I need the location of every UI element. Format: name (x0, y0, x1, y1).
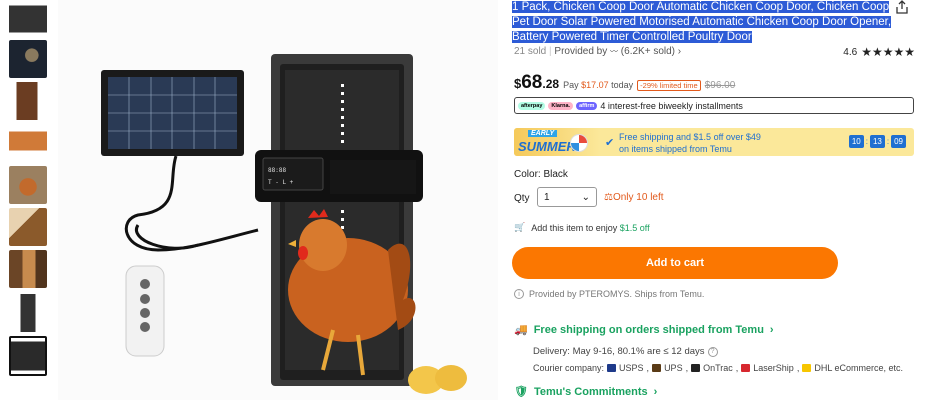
rating-value: 4.6 (843, 46, 858, 58)
chevron-right-icon: › (769, 323, 774, 336)
delivery-text: Delivery: May 9-16, 80.1% are ≤ 12 days (533, 346, 705, 357)
chevron-right-icon: › (653, 385, 658, 398)
sold-count: 21 sold (514, 46, 547, 57)
courier-dhl: DHL eCommerce, etc. (814, 363, 904, 373)
ups-logo-icon (652, 364, 662, 372)
dhl-logo-icon (802, 364, 812, 372)
thumbnail-6[interactable] (9, 208, 47, 246)
countdown-timer: 10: 13: 09 (848, 135, 906, 148)
thumbnail-3[interactable] (9, 82, 47, 120)
commitments-text: Temu's Commitments (533, 385, 648, 398)
help-icon[interactable]: ? (707, 346, 718, 357)
free-shipping-link[interactable]: 🚚 Free shipping on orders shipped from T… (514, 323, 774, 337)
timer-seconds: 09 (891, 135, 906, 148)
product-title-text: 1 Pack, Chicken Coop Door Automatic Chic… (512, 1, 892, 43)
add-to-cart-label: Add to cart (645, 257, 705, 269)
lasership-logo-icon (741, 364, 751, 372)
promo-text: Free shipping and $1.5 off over $49 on i… (619, 131, 761, 155)
color-label: Color: Black (514, 169, 568, 180)
delivery-estimate: Delivery: May 9-16, 80.1% are ≤ 12 days … (533, 346, 718, 357)
pay-today: Pay $17.07 today (563, 80, 633, 90)
provided-by-label: Provided by (554, 46, 608, 57)
installments-text: 4 interest-free biweekly installments (600, 100, 743, 111)
shield-check-icon: 🛡 (514, 386, 528, 398)
add-enjoy-amount: $1.5 off (619, 222, 650, 233)
thumbnail-4[interactable] (9, 124, 47, 162)
chevron-right-icon: › (677, 46, 682, 57)
add-enjoy-row: 🛒 Add this item to enjoy $1.5 off (514, 222, 650, 233)
product-photo: 88:88 T - L + (58, 0, 498, 400)
cart-plus-icon: 🛒 (514, 222, 526, 232)
discount-badge: -29% limited time (637, 80, 701, 91)
qty-value: 1 (544, 191, 550, 203)
early-summer-logo: EARLY SUMMER (514, 128, 600, 156)
product-rating[interactable]: 4.6 ★★★★★ (843, 45, 915, 59)
pay-suffix: today (611, 80, 634, 90)
chevron-down-icon: ⌄ (581, 191, 590, 203)
main-product-image[interactable]: 88:88 T - L + (58, 0, 498, 400)
thumbnail-9-selected[interactable] (9, 336, 47, 376)
courier-usps: USPS (619, 363, 644, 373)
star-rating-icon: ★★★★★ (861, 45, 915, 59)
qty-label: Qty (514, 193, 530, 204)
courier-list: Courier company: USPS, UPS, OnTrac, Lase… (533, 363, 904, 373)
courier-ontrac: OnTrac (703, 363, 733, 373)
product-title: 1 Pack, Chicken Coop Door Automatic Chic… (512, 0, 897, 45)
add-enjoy-text: Add this item to enjoy (531, 222, 618, 233)
promo-line-2: on items shipped from Temu (619, 144, 732, 154)
early-label: EARLY (528, 130, 558, 137)
thumbnail-7[interactable] (9, 250, 47, 288)
affirm-logo-icon: affirm (576, 101, 598, 110)
truck-icon: 🚚 (514, 324, 528, 336)
summer-label: SUMMER (518, 139, 576, 154)
seller-sold-text[interactable]: (6.2K+ sold) (621, 46, 675, 57)
timer-minutes: 13 (869, 135, 885, 148)
afterpay-logo-icon: afterpay (518, 101, 546, 110)
quantity-select[interactable]: 1 ⌄ (537, 187, 597, 207)
share-icon[interactable] (895, 0, 913, 14)
ontrac-logo-icon (691, 364, 701, 372)
check-icon: ✔ (605, 137, 615, 149)
pay-amount: $17.07 (581, 80, 609, 90)
timer-hours: 10 (848, 135, 864, 148)
thumbnail-2[interactable] (9, 40, 47, 78)
courier-ups: UPS (664, 363, 683, 373)
original-price: $96.00 (704, 80, 736, 91)
thumbnail-8[interactable] (9, 294, 47, 332)
klarna-logo-icon: Klarna. (548, 101, 574, 110)
info-icon: i (514, 289, 524, 299)
courier-lasership: LaserShip (753, 363, 794, 373)
product-info-panel: 1 Pack, Chicken Coop Door Automatic Chic… (512, 0, 925, 400)
current-price: $68.28 (514, 72, 559, 94)
seller-logo-icon: 〰 (610, 47, 619, 56)
price-cents: .28 (542, 77, 560, 91)
pay-label: Pay (563, 80, 579, 90)
low-stock-icon: ⚖ (604, 192, 613, 203)
beach-ball-icon (570, 134, 588, 152)
provided-by-row: i Provided by PTEROMYS. Ships from Temu. (514, 289, 704, 299)
svg-text:T - L +: T - L + (268, 179, 294, 186)
thumbnail-5[interactable] (9, 166, 47, 204)
commitments-link[interactable]: 🛡 Temu's Commitments › (514, 385, 658, 399)
free-shipping-text: Free shipping on orders shipped from Tem… (533, 323, 764, 336)
price-row: $68.28 Pay $17.07 today -29% limited tim… (514, 72, 735, 94)
provided-by-text: Provided by PTEROMYS. Ships from Temu. (529, 289, 705, 299)
usps-logo-icon (607, 364, 617, 372)
promo-line-1: Free shipping and $1.5 off over $49 (619, 132, 761, 142)
courier-label: Courier company: (533, 363, 605, 373)
thumbnail-strip (0, 0, 58, 400)
svg-text:88:88: 88:88 (268, 167, 286, 174)
price-dollars: 68 (521, 72, 543, 93)
add-to-cart-button[interactable]: Add to cart (512, 247, 838, 279)
thumbnail-1[interactable] (9, 0, 47, 38)
stock-text: Only 10 left (612, 192, 664, 203)
installments-banner[interactable]: afterpay Klarna. affirm 4 interest-free … (514, 97, 914, 114)
summer-promo-banner[interactable]: EARLY SUMMER ✔ Free shipping and $1.5 of… (514, 128, 914, 156)
stock-warning: ⚖Only 10 left (604, 192, 664, 203)
